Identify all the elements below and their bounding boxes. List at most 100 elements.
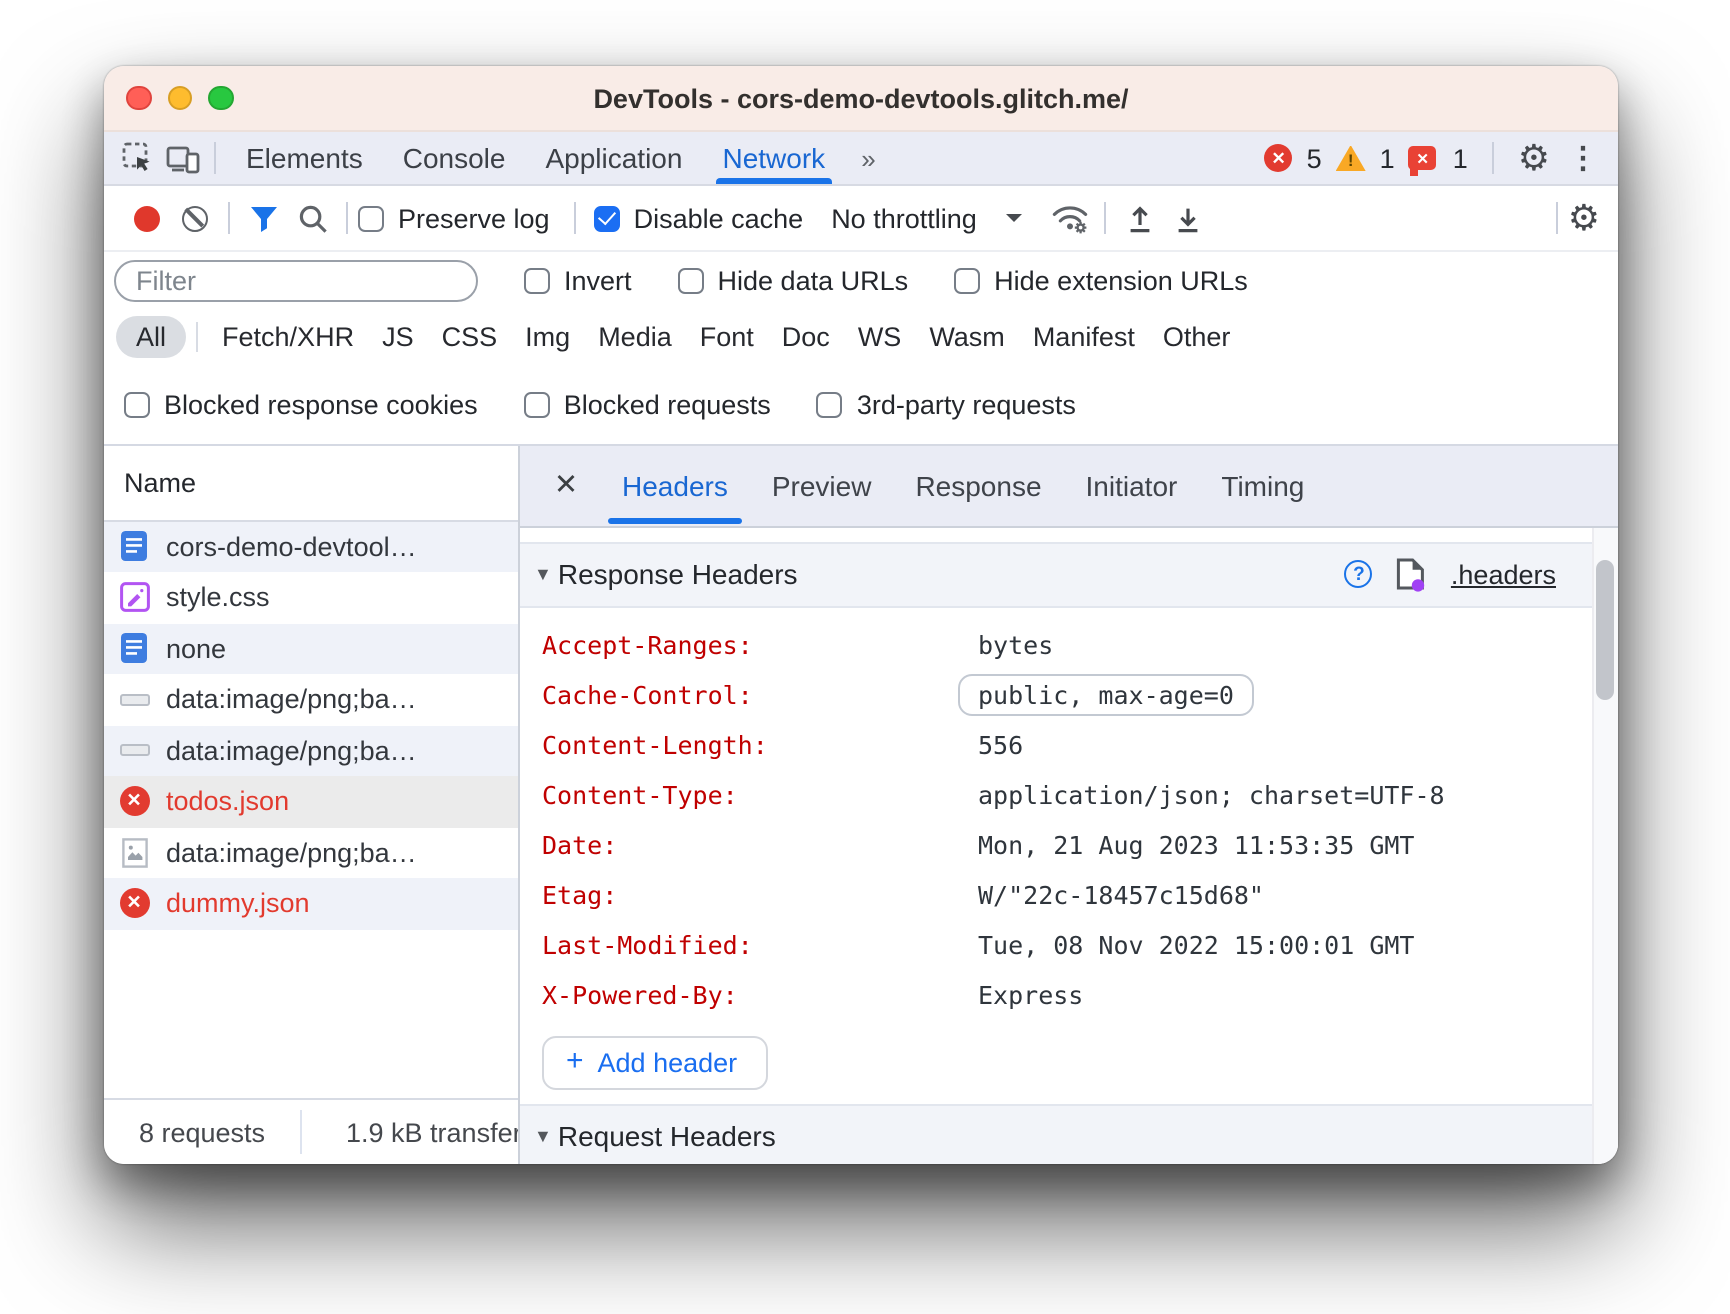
invert-label: Invert [564, 266, 632, 296]
tab-network[interactable]: Network [702, 132, 845, 184]
stage: DevTools - cors-demo-devtools.glitch.me/… [0, 0, 1730, 1314]
header-override-file-icon[interactable] [1397, 557, 1427, 591]
error-count-icon[interactable]: ✕ [1265, 144, 1293, 172]
table-row[interactable]: cors-demo-devtool… [104, 521, 518, 572]
chip-font[interactable]: Font [686, 317, 768, 359]
header-row[interactable]: Etag: W/"22c-18457c15d68" [542, 869, 1592, 919]
section-title: Response Headers [558, 558, 798, 590]
request-name: none [166, 634, 226, 664]
table-row[interactable]: data:image/png;ba… [104, 827, 518, 878]
blocked-response-cookies-checkbox[interactable] [124, 391, 150, 417]
request-headers-section-header[interactable]: ▼ Request Headers [520, 1104, 1592, 1164]
request-name: data:image/png;ba… [166, 838, 417, 868]
table-row[interactable]: none [104, 623, 518, 674]
table-row-selected[interactable]: ✕ todos.json [104, 776, 518, 827]
third-party-requests-checkbox[interactable] [817, 391, 843, 417]
name-column-header[interactable]: Name [104, 445, 518, 521]
hide-extension-urls-checkbox[interactable] [954, 268, 980, 294]
invert-checkbox[interactable] [524, 268, 550, 294]
tab-response[interactable]: Response [893, 445, 1063, 525]
table-row[interactable]: ✕ dummy.json [104, 878, 518, 929]
image-strip-icon [118, 735, 150, 767]
third-party-requests-label: 3rd-party requests [857, 389, 1076, 419]
request-name: dummy.json [166, 889, 310, 919]
scrollbar-thumb[interactable] [1596, 559, 1614, 699]
disable-cache-checkbox[interactable] [594, 205, 620, 231]
blocked-requests-label: Blocked requests [564, 389, 771, 419]
resource-type-filter-row: All Fetch/XHR JS CSS Img Media Font Doc … [104, 310, 1618, 365]
chip-js[interactable]: JS [368, 317, 428, 359]
traffic-lights [126, 66, 233, 130]
network-conditions-icon[interactable] [1047, 194, 1095, 242]
divider [346, 202, 348, 234]
chip-media[interactable]: Media [584, 317, 686, 359]
clear-network-log-button[interactable] [170, 194, 218, 242]
header-row[interactable]: X-Powered-By: Express [542, 969, 1592, 1019]
search-icon[interactable] [288, 194, 336, 242]
close-icon[interactable]: ✕ [532, 445, 600, 525]
header-value-editable[interactable]: public, max-age=0 [958, 673, 1254, 715]
import-har-icon[interactable] [1117, 194, 1165, 242]
filter-input[interactable] [114, 260, 478, 302]
blocked-requests-checkbox[interactable] [524, 391, 550, 417]
header-key: Last-Modified: [542, 929, 978, 959]
header-row[interactable]: Last-Modified: Tue, 08 Nov 2022 15:00:01… [542, 919, 1592, 969]
preserve-log-checkbox[interactable] [358, 205, 384, 231]
tab-headers[interactable]: Headers [600, 445, 750, 525]
chip-other[interactable]: Other [1149, 317, 1245, 359]
chip-fetch-xhr[interactable]: Fetch/XHR [208, 317, 368, 359]
image-strip-icon [118, 684, 150, 716]
chip-all[interactable]: All [116, 317, 186, 359]
error-icon: ✕ [118, 888, 150, 920]
warning-count-icon[interactable]: ! [1336, 145, 1366, 171]
kebab-menu-icon[interactable]: ⋮ [1564, 140, 1602, 176]
inspect-element-icon[interactable] [116, 136, 160, 180]
more-tabs-icon[interactable]: » [845, 132, 889, 184]
header-row[interactable]: Cache-Control: public, max-age=0 [542, 669, 1592, 719]
chip-wasm[interactable]: Wasm [915, 317, 1019, 359]
table-row[interactable]: data:image/png;ba… [104, 725, 518, 776]
chip-css[interactable]: CSS [428, 317, 512, 359]
add-header-button[interactable]: + Add header [542, 1035, 767, 1089]
headers-file-link[interactable]: .headers [1451, 559, 1556, 589]
chip-img[interactable]: Img [511, 317, 584, 359]
blocked-response-cookies-label: Blocked response cookies [164, 389, 478, 419]
filter-funnel-icon[interactable] [240, 194, 288, 242]
close-window-button[interactable] [126, 86, 151, 111]
tab-timing[interactable]: Timing [1199, 445, 1326, 525]
divider [196, 323, 198, 353]
issue-count: 1 [1453, 143, 1468, 173]
chip-ws[interactable]: WS [844, 317, 916, 359]
export-har-icon[interactable] [1165, 194, 1213, 242]
tab-application[interactable]: Application [525, 132, 702, 184]
request-detail-panel: ✕ Headers Preview Response Initiator Tim… [520, 445, 1618, 1164]
chevron-down-icon[interactable] [1007, 214, 1023, 230]
scrollbar-track[interactable] [1592, 527, 1618, 1164]
issues-icon[interactable]: ✕ [1409, 147, 1437, 170]
disclosure-triangle-icon[interactable]: ▼ [534, 1125, 552, 1145]
network-settings-gear-icon[interactable]: ⚙ [1568, 200, 1600, 236]
tab-elements[interactable]: Elements [226, 132, 383, 184]
zoom-window-button[interactable] [208, 86, 233, 111]
error-icon: ✕ [118, 786, 150, 818]
header-row[interactable]: Date: Mon, 21 Aug 2023 11:53:35 GMT [542, 819, 1592, 869]
header-row[interactable]: Content-Length: 556 [542, 719, 1592, 769]
settings-gear-icon[interactable]: ⚙ [1518, 140, 1550, 176]
table-row[interactable]: data:image/png;ba… [104, 674, 518, 725]
chip-manifest[interactable]: Manifest [1019, 317, 1149, 359]
minimize-window-button[interactable] [167, 86, 192, 111]
tab-preview[interactable]: Preview [750, 445, 894, 525]
help-icon[interactable]: ? [1345, 560, 1373, 588]
table-row[interactable]: style.css [104, 572, 518, 623]
header-row[interactable]: Accept-Ranges: bytes [542, 619, 1592, 669]
tab-console[interactable]: Console [383, 132, 526, 184]
tab-initiator[interactable]: Initiator [1064, 445, 1200, 525]
device-toolbar-icon[interactable] [160, 136, 204, 180]
record-network-log-button[interactable] [122, 194, 170, 242]
header-row[interactable]: Content-Type: application/json; charset=… [542, 769, 1592, 819]
response-headers-section-header[interactable]: ▼ Response Headers ? .headers [520, 541, 1592, 607]
chip-doc[interactable]: Doc [768, 317, 844, 359]
disclosure-triangle-icon[interactable]: ▼ [534, 564, 552, 584]
throttling-select[interactable]: No throttling [831, 203, 977, 233]
hide-data-urls-checkbox[interactable] [678, 268, 704, 294]
